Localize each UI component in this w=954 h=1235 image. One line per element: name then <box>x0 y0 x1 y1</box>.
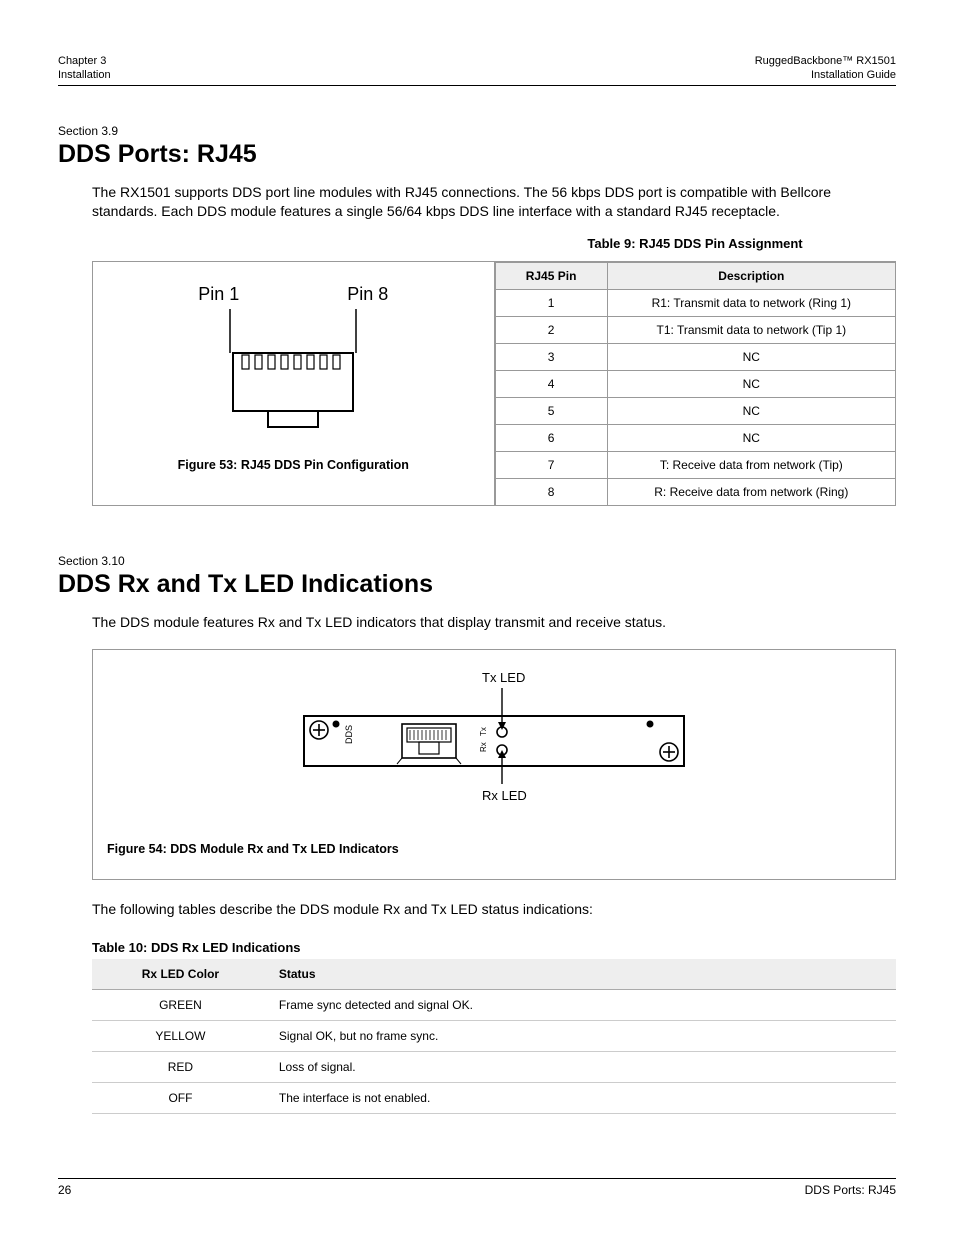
table-row: 6NC <box>495 425 896 452</box>
rj45-drawing: Pin 1 Pin 8 <box>188 284 398 442</box>
figure-53-caption: Figure 53: RJ45 DDS Pin Configuration <box>178 458 409 472</box>
figure-53-cell: Pin 1 Pin 8 <box>93 262 495 506</box>
tx-led-label: Tx LED <box>482 670 525 685</box>
page-number: 26 <box>58 1183 71 1197</box>
footer-rule <box>58 1178 896 1179</box>
dds-module-svg-icon: Tx LED Rx LED DDS <box>234 668 754 828</box>
table-9-head-desc: Description <box>607 263 895 290</box>
table-9: RJ45 Pin Description 1R1: Transmit data … <box>495 262 897 506</box>
section-3-9-paragraph: The RX1501 supports DDS port line module… <box>92 183 896 223</box>
table-row: 7T: Receive data from network (Tip) <box>495 452 896 479</box>
table-row: YELLOWSignal OK, but no frame sync. <box>92 1020 896 1051</box>
section-3-10-paragraph: The DDS module features Rx and Tx LED in… <box>92 613 896 633</box>
pin8-label: Pin 8 <box>347 284 388 305</box>
table-row: REDLoss of signal. <box>92 1051 896 1082</box>
section-3-10-paragraph-2: The following tables describe the DDS mo… <box>92 900 896 920</box>
table-row: 2T1: Transmit data to network (Tip 1) <box>495 317 896 344</box>
table-row: GREENFrame sync detected and signal OK. <box>92 989 896 1020</box>
dds-panel-label: DDS <box>344 725 354 744</box>
table-9-caption: Table 9: RJ45 DDS Pin Assignment <box>494 236 896 251</box>
header-chapter: Chapter 3 <box>58 54 106 68</box>
pin1-label: Pin 1 <box>198 284 239 305</box>
tx-small-label: Tx <box>479 727 488 736</box>
table-row: 4NC <box>495 371 896 398</box>
table-row: 1R1: Transmit data to network (Ring 1) <box>495 290 896 317</box>
table-10-head-color: Rx LED Color <box>92 959 269 990</box>
table-row: 5NC <box>495 398 896 425</box>
page-footer: 26 DDS Ports: RJ45 <box>58 1178 896 1197</box>
table-9-head-pin: RJ45 Pin <box>495 263 607 290</box>
rj45-svg-icon <box>188 309 398 439</box>
page-header: Chapter 3 RuggedBackbone™ RX1501 Install… <box>58 54 896 86</box>
rx-small-label: Rx <box>479 742 488 752</box>
footer-right: DDS Ports: RJ45 <box>805 1183 896 1197</box>
header-section: Installation <box>58 68 111 82</box>
figure-54-caption: Figure 54: DDS Module Rx and Tx LED Indi… <box>107 842 399 856</box>
table-9-cell: RJ45 Pin Description 1R1: Transmit data … <box>495 262 897 506</box>
header-rule <box>58 85 896 86</box>
header-doc: Installation Guide <box>811 68 896 82</box>
table-row: 8R: Receive data from network (Ring) <box>495 479 896 506</box>
table-row: OFFThe interface is not enabled. <box>92 1082 896 1113</box>
table-10: Rx LED Color Status GREENFrame sync dete… <box>92 959 896 1114</box>
figure-and-table-row: Pin 1 Pin 8 <box>92 261 896 506</box>
table-10-head-status: Status <box>269 959 896 990</box>
header-product: RuggedBackbone™ RX1501 <box>755 54 896 68</box>
figure-54-box: Tx LED Rx LED DDS <box>92 649 896 880</box>
rx-led-label: Rx LED <box>482 788 527 803</box>
section-3-9-label: Section 3.9 <box>58 124 896 138</box>
section-3-10-label: Section 3.10 <box>58 554 896 568</box>
section-3-10-title: DDS Rx and Tx LED Indications <box>58 570 896 599</box>
table-row: 3NC <box>495 344 896 371</box>
table-10-caption: Table 10: DDS Rx LED Indications <box>92 940 896 955</box>
section-3-9-title: DDS Ports: RJ45 <box>58 140 896 169</box>
